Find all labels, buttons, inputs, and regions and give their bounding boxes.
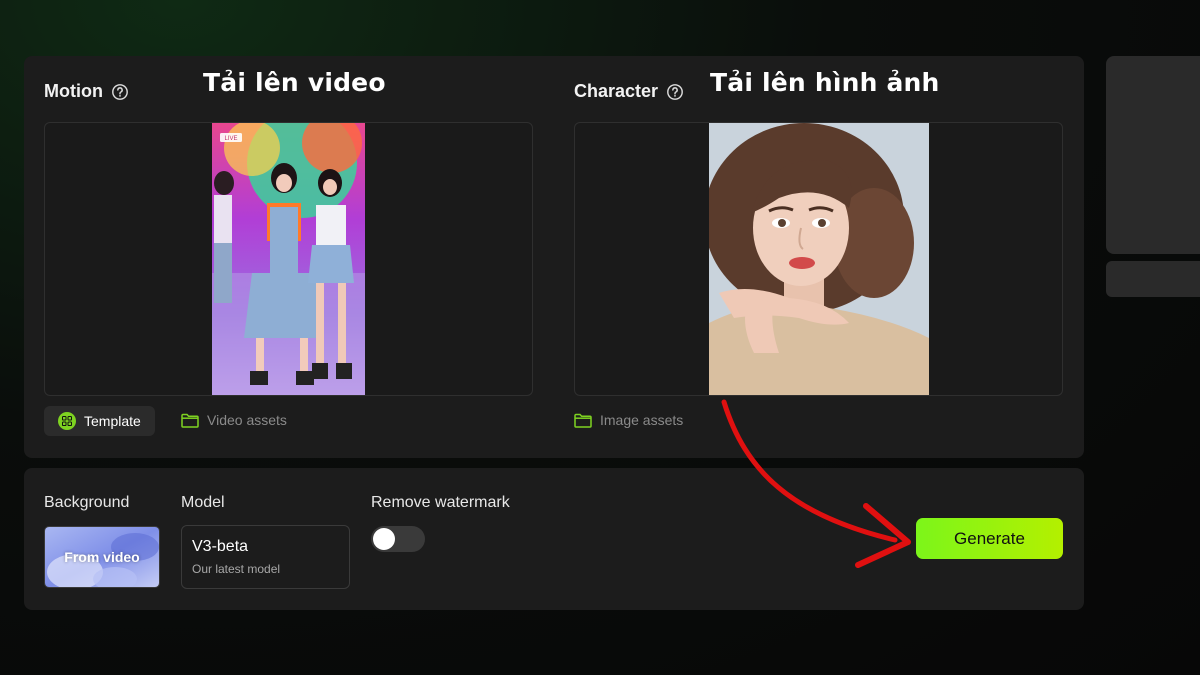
grid-icon xyxy=(58,412,76,430)
upload-panel: Motion Tải lên video LIVE Template Video… xyxy=(24,56,1084,458)
character-section-label: Character xyxy=(574,81,684,102)
live-badge: LIVE xyxy=(224,136,237,142)
character-label: Character xyxy=(574,81,659,101)
motion-video-thumbnail[interactable]: LIVE xyxy=(212,123,365,395)
template-button[interactable]: Template xyxy=(44,406,155,436)
generate-button[interactable]: Generate xyxy=(916,518,1063,559)
background-value: From video xyxy=(64,549,140,565)
background-thumbnail[interactable]: From video xyxy=(44,526,160,588)
remove-watermark-toggle[interactable] xyxy=(371,526,425,552)
folder-icon xyxy=(574,413,592,428)
folder-icon xyxy=(181,413,199,428)
side-preview-bar xyxy=(1106,261,1200,297)
image-assets-link[interactable]: Image assets xyxy=(574,412,683,428)
video-assets-label: Video assets xyxy=(207,412,287,428)
remove-watermark-label: Remove watermark xyxy=(371,494,510,511)
model-description: Our latest model xyxy=(192,562,281,576)
toggle-knob xyxy=(373,528,395,550)
background-label: Background xyxy=(44,494,130,511)
character-drop-zone[interactable] xyxy=(574,122,1063,396)
model-name: V3-beta xyxy=(192,538,249,555)
motion-section-label: Motion xyxy=(44,81,129,102)
help-icon[interactable] xyxy=(666,83,684,101)
portrait-image xyxy=(709,123,929,395)
motion-drop-zone[interactable]: LIVE xyxy=(44,122,533,396)
settings-panel: Background From video Model V3-beta Our … xyxy=(24,468,1084,610)
model-label: Model xyxy=(181,494,225,511)
dance-video-image: LIVE xyxy=(212,123,365,395)
character-image-thumbnail[interactable] xyxy=(709,123,929,395)
motion-annotation: Tải lên video xyxy=(203,68,386,97)
side-preview-card xyxy=(1106,56,1200,254)
motion-label: Motion xyxy=(44,81,103,101)
image-assets-label: Image assets xyxy=(600,412,684,428)
help-icon[interactable] xyxy=(111,83,129,101)
character-annotation: Tải lên hình ảnh xyxy=(710,68,940,97)
template-label: Template xyxy=(84,413,141,429)
video-assets-link[interactable]: Video assets xyxy=(181,412,287,428)
model-select[interactable]: V3-beta Our latest model xyxy=(181,525,350,589)
